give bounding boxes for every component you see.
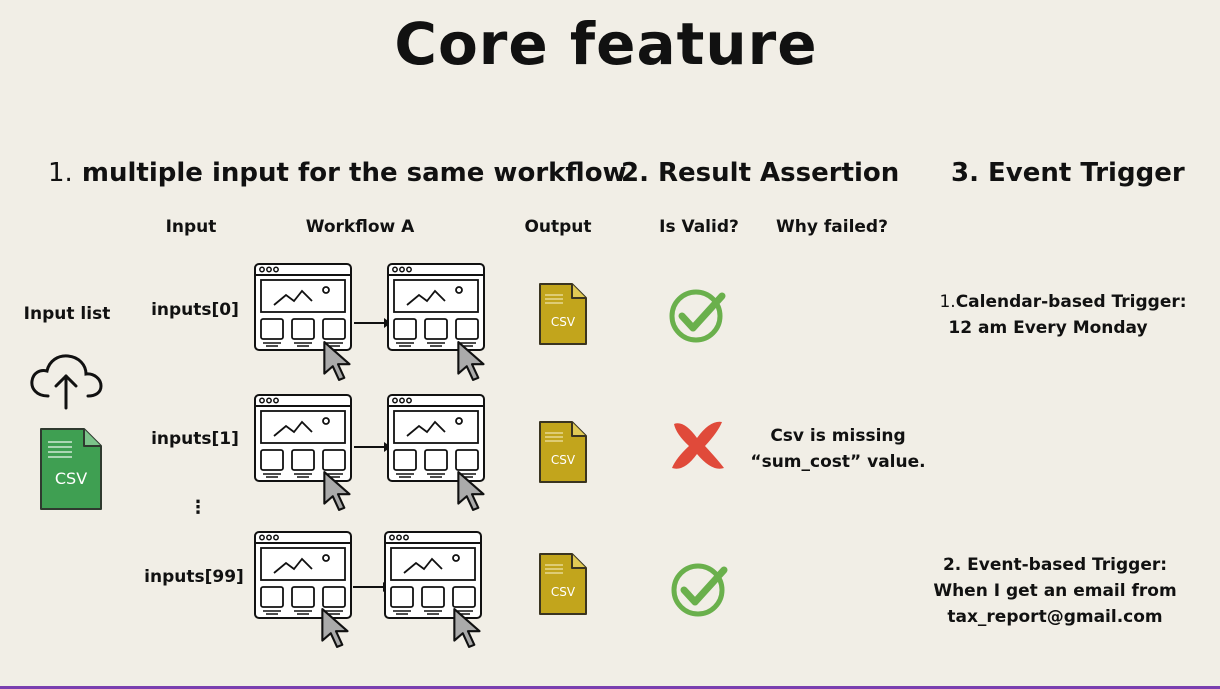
- cloud-upload-icon: [30, 354, 103, 410]
- arrow-icon: [354, 318, 391, 328]
- output-csv-label: CSV: [551, 315, 576, 329]
- trigger-2-detail: When I get an email from: [933, 581, 1177, 601]
- csv-file-icon: CSV: [40, 428, 102, 510]
- trigger-1-number: 1.: [939, 292, 956, 312]
- section-3-title: 3. Event Trigger: [951, 158, 1185, 188]
- output-csv-icon: CSV: [539, 553, 587, 615]
- row-input-99: inputs[99]: [144, 567, 244, 587]
- input-list-label: Input list: [23, 304, 111, 324]
- header-why-failed: Why failed?: [776, 217, 888, 237]
- ellipsis: ⋮: [189, 497, 207, 518]
- cursor-icon: [323, 341, 351, 381]
- page-title: Core feature: [394, 10, 818, 78]
- output-csv-label: CSV: [551, 585, 576, 599]
- row-input-0: inputs[0]: [151, 300, 239, 320]
- trigger-calendar: 1.Calendar-based Trigger: 12 am Every Mo…: [935, 289, 1191, 341]
- cursor-icon: [457, 471, 485, 511]
- trigger-2-email: tax_report@gmail.com: [947, 607, 1163, 627]
- output-csv-label: CSV: [551, 453, 576, 467]
- arrow-icon: [354, 442, 391, 452]
- header-is-valid: Is Valid?: [659, 217, 739, 237]
- output-csv-icon: CSV: [539, 421, 587, 483]
- cross-icon: [672, 421, 724, 469]
- row-input-1: inputs[1]: [151, 429, 239, 449]
- cursor-icon: [321, 608, 349, 648]
- section-1-label: multiple input for the same workflow: [81, 158, 627, 188]
- check-icon: [668, 288, 728, 348]
- header-output: Output: [524, 217, 592, 237]
- cursor-icon: [323, 471, 351, 511]
- check-icon: [670, 562, 730, 622]
- trigger-2-title: 2. Event-based Trigger:: [942, 555, 1168, 575]
- trigger-1-detail: 12 am Every Monday: [948, 318, 1148, 338]
- failure-reason-line-1: Csv is missing: [770, 426, 906, 446]
- cursor-icon: [457, 341, 485, 381]
- output-csv-icon: CSV: [539, 283, 587, 345]
- failure-reason-line-2: “sum_cost” value.: [750, 452, 926, 472]
- trigger-1-title: Calendar-based Trigger:: [955, 292, 1187, 312]
- trigger-event: 2. Event-based Trigger: When I get an em…: [925, 552, 1185, 630]
- section-1-title: 1. multiple input for the same workflow: [48, 158, 627, 188]
- header-input: Input: [165, 217, 217, 237]
- csv-file-label: CSV: [55, 469, 87, 488]
- header-workflow: Workflow A: [305, 217, 415, 237]
- cursor-icon: [453, 608, 481, 648]
- section-1-number: 1.: [48, 158, 73, 188]
- section-2-title: 2. Result Assertion: [621, 158, 900, 188]
- failure-reason: Csv is missing “sum_cost” value.: [746, 423, 930, 475]
